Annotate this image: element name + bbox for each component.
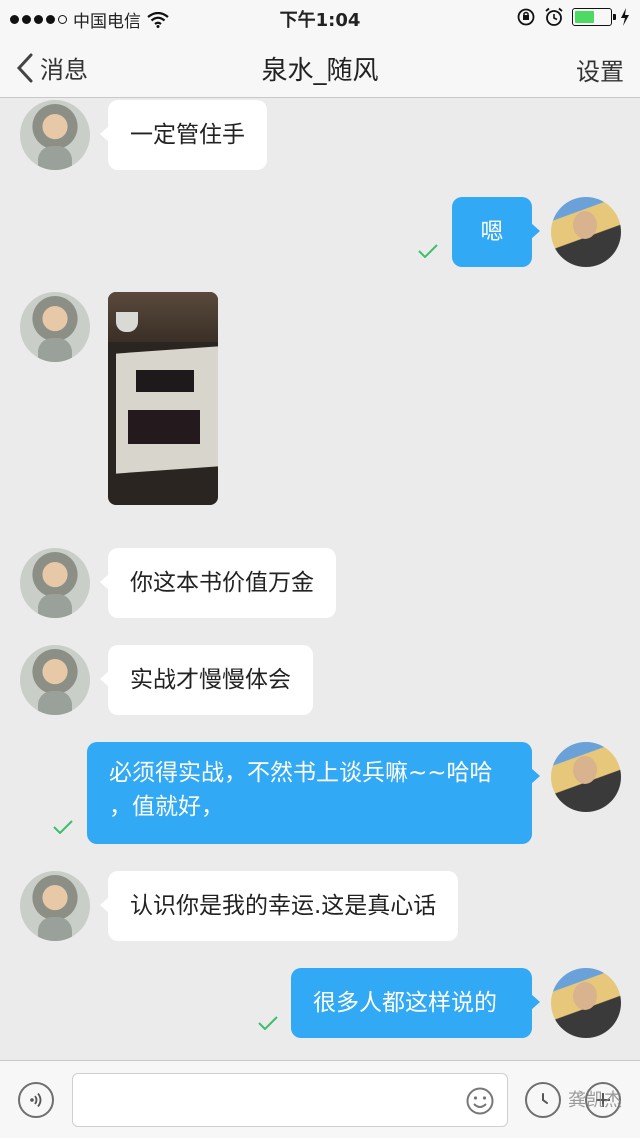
- message-text-line: 必须得实战，不然书上谈兵嘛~~哈哈: [109, 760, 493, 786]
- message-text-line: ，值就好，: [109, 794, 224, 820]
- page-title: 泉水_随风: [261, 56, 379, 86]
- friend-avatar[interactable]: [20, 292, 90, 362]
- nav-bar: 消息 泉水_随风 设置: [0, 36, 640, 98]
- message-bubble-outgoing[interactable]: 嗯: [452, 197, 540, 267]
- message-text: 嗯: [480, 219, 504, 245]
- message-bubble-incoming[interactable]: 认识你是我的幸运.这是真心话: [99, 871, 459, 941]
- message-text: 很多人都这样说的: [313, 990, 497, 1016]
- friend-avatar[interactable]: [20, 100, 90, 170]
- message-text: 你这本书价值万金: [130, 570, 314, 596]
- my-avatar[interactable]: [551, 197, 621, 267]
- friend-avatar[interactable]: [20, 548, 90, 618]
- voice-button[interactable]: [18, 1082, 54, 1118]
- orientation-lock-icon: [517, 8, 535, 26]
- message-input[interactable]: [72, 1073, 508, 1127]
- message-text: 一定管住手: [130, 122, 245, 148]
- read-check-icon: [53, 820, 73, 834]
- photo-message[interactable]: [108, 292, 218, 505]
- status-bar: 中国电信 下午1:04: [0, 0, 640, 36]
- alarm-icon: [545, 7, 563, 26]
- message-bubble-incoming[interactable]: 实战才慢慢体会: [100, 645, 313, 715]
- battery-icon: [572, 8, 616, 26]
- message-bubble-incoming[interactable]: 一定管住手: [100, 100, 267, 170]
- voice-icon: [30, 1092, 42, 1108]
- message-text: 实战才慢慢体会: [130, 667, 291, 693]
- message-bubble-outgoing[interactable]: 很多人都这样说的: [291, 968, 540, 1038]
- input-bar: [0, 1060, 640, 1138]
- message-bubble-incoming[interactable]: 你这本书价值万金: [100, 548, 336, 618]
- battery-level: [575, 11, 594, 23]
- history-button[interactable]: [525, 1082, 561, 1118]
- my-avatar[interactable]: [551, 968, 621, 1038]
- watermark: 龚凯杰: [568, 1090, 622, 1111]
- message-bubble-outgoing[interactable]: 必须得实战，不然书上谈兵嘛~~哈哈 ，值就好，: [87, 742, 540, 844]
- read-check-icon: [258, 1016, 278, 1030]
- charging-icon: [621, 8, 629, 26]
- my-avatar[interactable]: [551, 742, 621, 812]
- read-check-icon: [418, 244, 438, 258]
- status-right: [516, 7, 630, 27]
- friend-avatar[interactable]: [20, 645, 90, 715]
- settings-button[interactable]: 设置: [576, 52, 624, 87]
- message-text: 认识你是我的幸运.这是真心话: [130, 893, 437, 919]
- emoji-icon[interactable]: [465, 1086, 495, 1116]
- clock-icon: [542, 1093, 548, 1104]
- friend-avatar[interactable]: [20, 871, 90, 941]
